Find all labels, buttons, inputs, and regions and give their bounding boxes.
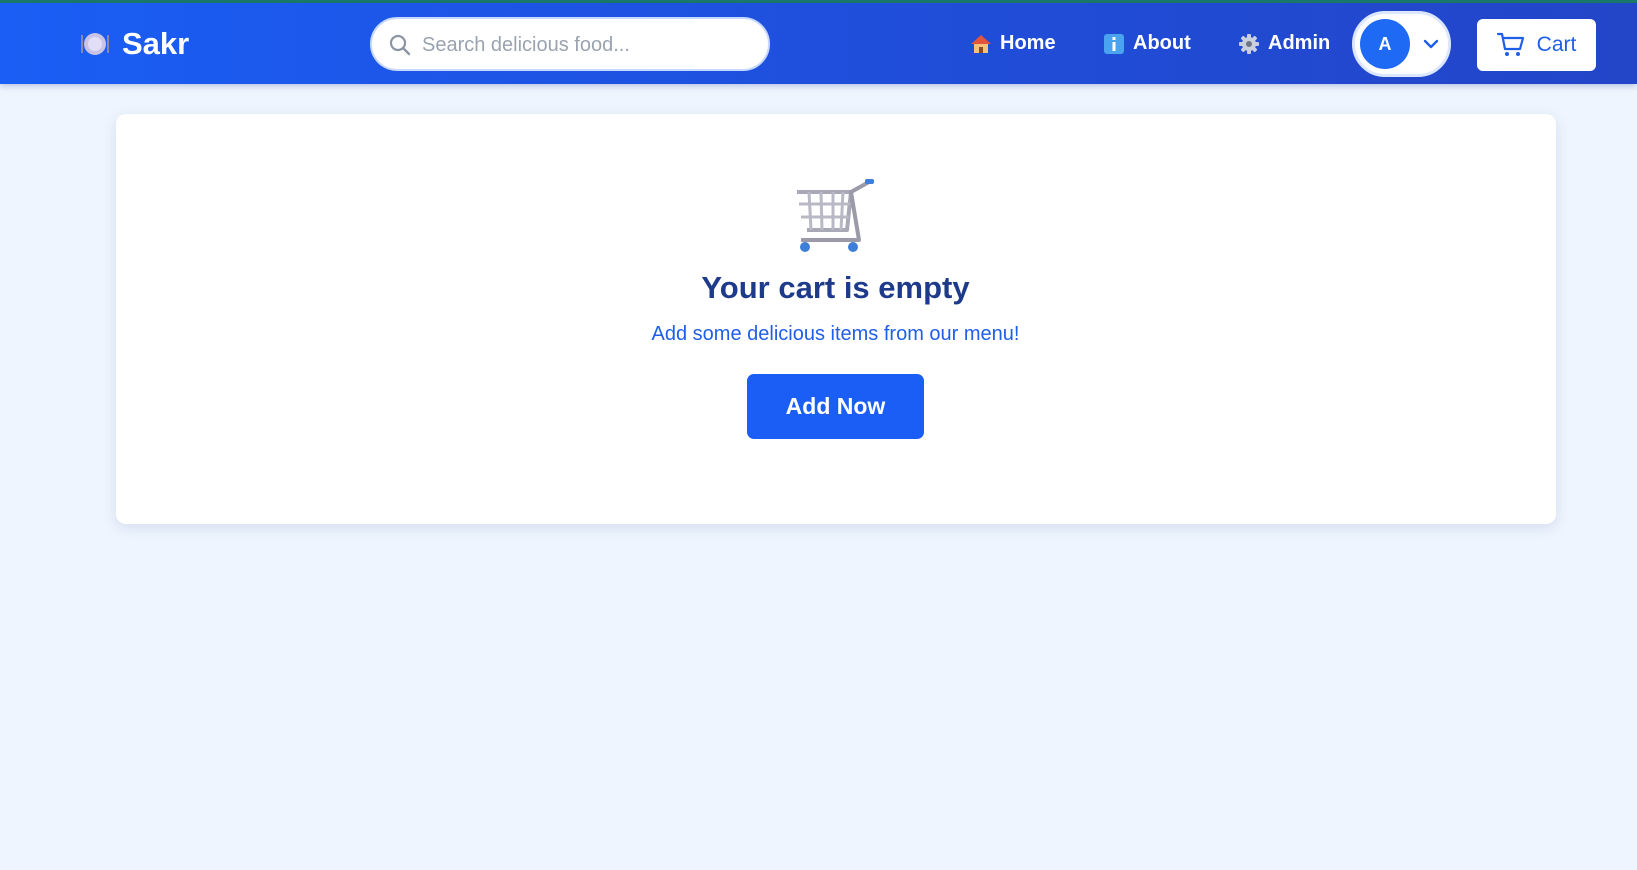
- nav-home[interactable]: Home: [970, 3, 1056, 84]
- nav-home-label: Home: [1000, 32, 1056, 54]
- search-icon: [389, 34, 411, 56]
- avatar: A: [1360, 19, 1410, 69]
- shopping-cart-icon: [797, 179, 874, 252]
- chevron-down-icon: [1423, 39, 1439, 49]
- nav-admin-label: Admin: [1268, 32, 1331, 54]
- empty-cart-title: Your cart is empty: [701, 270, 970, 305]
- gear-icon: [1239, 33, 1259, 54]
- house-icon: [971, 34, 991, 53]
- cart-icon: [1496, 32, 1524, 56]
- cart-button-label: Cart: [1536, 33, 1577, 56]
- info-icon: [1104, 33, 1124, 54]
- empty-cart-subtitle: Add some delicious items from our menu!: [651, 323, 1020, 345]
- empty-cart-card: [116, 114, 1556, 524]
- nav-about-label: About: [1133, 32, 1191, 54]
- search-bar[interactable]: [370, 17, 770, 71]
- add-now-button[interactable]: Add Now: [747, 374, 924, 439]
- nav-about[interactable]: About: [1103, 3, 1191, 84]
- search-input[interactable]: [422, 29, 752, 61]
- profile-menu-button[interactable]: A: [1352, 11, 1451, 77]
- nav-admin[interactable]: Admin: [1238, 3, 1330, 84]
- brand-logo[interactable]: Sakr: [80, 3, 189, 84]
- brand-name: Sakr: [122, 25, 190, 61]
- plate-cutlery-icon: [81, 32, 109, 55]
- cart-button[interactable]: Cart: [1477, 19, 1596, 71]
- navbar: Sakr Home About: [0, 3, 1637, 84]
